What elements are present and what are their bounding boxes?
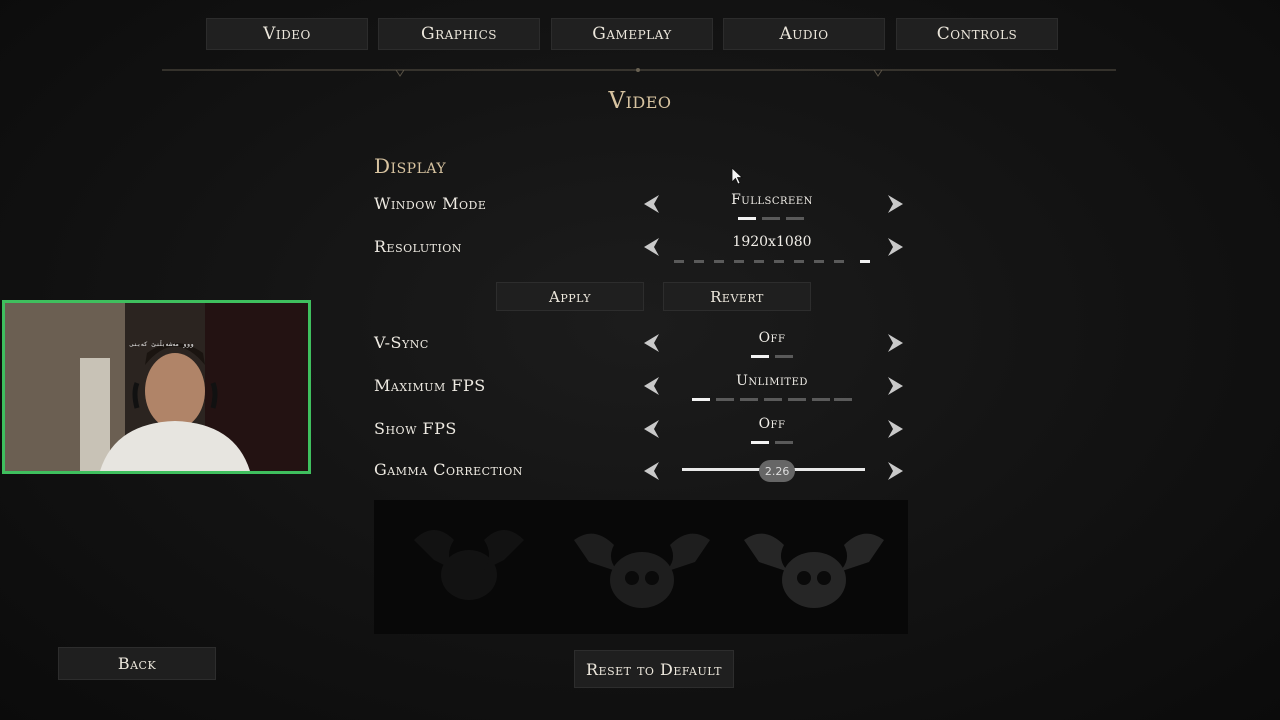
tab-label: Gameplay	[592, 24, 672, 44]
revert-label: Revert	[710, 287, 764, 306]
chevron-right-icon	[888, 238, 903, 256]
option-dash	[692, 398, 710, 401]
gamma-prev-button[interactable]	[641, 460, 661, 482]
back-label: Back	[117, 654, 157, 673]
webcam-feed	[5, 303, 308, 471]
chevron-left-icon	[644, 462, 659, 480]
apply-label: Apply	[549, 287, 591, 306]
tab-controls[interactable]: Controls	[896, 18, 1058, 50]
option-dash	[788, 398, 806, 401]
vsync-indicator	[751, 355, 795, 358]
back-button[interactable]: Back	[58, 647, 216, 680]
vsync-value: Off	[758, 330, 786, 346]
option-dash	[738, 217, 756, 220]
tab-audio[interactable]: Audio	[723, 18, 885, 50]
reset-label: Reset to Default	[586, 659, 722, 679]
chevron-right-icon	[888, 377, 903, 395]
section-heading-display: Display	[374, 154, 447, 178]
option-dash	[751, 355, 769, 358]
skull-emblem-faint	[414, 530, 524, 600]
option-dash	[674, 260, 684, 263]
option-dash	[764, 398, 782, 401]
chevron-left-icon	[644, 195, 659, 213]
tab-label: Audio	[779, 24, 829, 44]
tab-label: Video	[263, 24, 311, 44]
vsync-prev-button[interactable]	[641, 332, 661, 354]
option-dash	[716, 398, 734, 401]
apply-button[interactable]: Apply	[496, 282, 644, 311]
window-mode-label: Window Mode	[374, 194, 487, 213]
option-dash	[794, 260, 804, 263]
tab-video[interactable]: Video	[206, 18, 368, 50]
show-fps-next-button[interactable]	[886, 418, 906, 440]
chevron-right-icon	[888, 462, 903, 480]
tab-label: Controls	[936, 24, 1018, 44]
show-fps-value: Off	[758, 416, 786, 432]
gamma-slider-thumb[interactable]: 2.26	[759, 460, 796, 482]
show-fps-label: Show FPS	[374, 419, 457, 438]
chevron-left-icon	[644, 377, 659, 395]
skull-emblems	[414, 530, 884, 608]
option-dash	[694, 260, 704, 263]
option-dash	[754, 260, 764, 263]
reset-to-default-button[interactable]: Reset to Default	[574, 650, 734, 688]
mouse-cursor-icon	[731, 167, 743, 185]
resolution-next-button[interactable]	[886, 236, 906, 258]
gamma-label: Gamma Correction	[374, 460, 523, 479]
option-dash	[834, 398, 852, 401]
option-dash	[762, 217, 780, 220]
max-fps-prev-button[interactable]	[641, 375, 661, 397]
option-dash	[814, 260, 824, 263]
webcam-overlay-text: ووو مەشەبڵنێ کەبنی	[130, 341, 194, 348]
show-fps-indicator	[751, 441, 795, 444]
max-fps-value: Unlimited	[736, 373, 808, 389]
resolution-prev-button[interactable]	[641, 236, 661, 258]
option-dash	[834, 260, 844, 263]
window-mode-value: Fullscreen	[731, 192, 813, 208]
chevron-right-icon	[888, 334, 903, 352]
resolution-value: 1920x1080	[732, 234, 812, 250]
page-title: Video	[608, 88, 672, 114]
option-dash	[775, 441, 793, 444]
skull-emblem-mid	[574, 533, 710, 608]
option-dash	[775, 355, 793, 358]
chevron-right-icon	[888, 420, 903, 438]
max-fps-indicator	[692, 398, 854, 401]
option-dash	[734, 260, 744, 263]
chevron-left-icon	[644, 334, 659, 352]
max-fps-next-button[interactable]	[886, 375, 906, 397]
option-dash	[774, 260, 784, 263]
max-fps-label: Maximum FPS	[374, 376, 486, 395]
skull-emblem-bright	[744, 533, 884, 608]
show-fps-prev-button[interactable]	[641, 418, 661, 440]
gamma-next-button[interactable]	[886, 460, 906, 482]
option-dash	[740, 398, 758, 401]
ornamental-divider	[162, 68, 1116, 77]
resolution-label: Resolution	[374, 237, 462, 256]
tab-gameplay[interactable]: Gameplay	[551, 18, 713, 50]
option-dash	[714, 260, 724, 263]
window-mode-next-button[interactable]	[886, 193, 906, 215]
window-mode-indicator	[738, 217, 806, 220]
vsync-next-button[interactable]	[886, 332, 906, 354]
vsync-label: V-Sync	[374, 333, 429, 352]
chevron-left-icon	[644, 238, 659, 256]
option-dash	[860, 260, 870, 263]
gamma-value: 2.26	[764, 464, 790, 478]
chevron-left-icon	[644, 420, 659, 438]
option-dash	[751, 441, 769, 444]
webcam-overlay: ووو مەشەبڵنێ کەبنی	[2, 300, 311, 474]
tab-label: Graphics	[421, 24, 497, 44]
revert-button[interactable]: Revert	[663, 282, 811, 311]
chevron-right-icon	[888, 195, 903, 213]
tab-graphics[interactable]: Graphics	[378, 18, 540, 50]
gamma-preview-image	[374, 500, 908, 634]
option-dash	[786, 217, 804, 220]
option-dash	[812, 398, 830, 401]
window-mode-prev-button[interactable]	[641, 193, 661, 215]
resolution-indicator	[674, 260, 872, 263]
